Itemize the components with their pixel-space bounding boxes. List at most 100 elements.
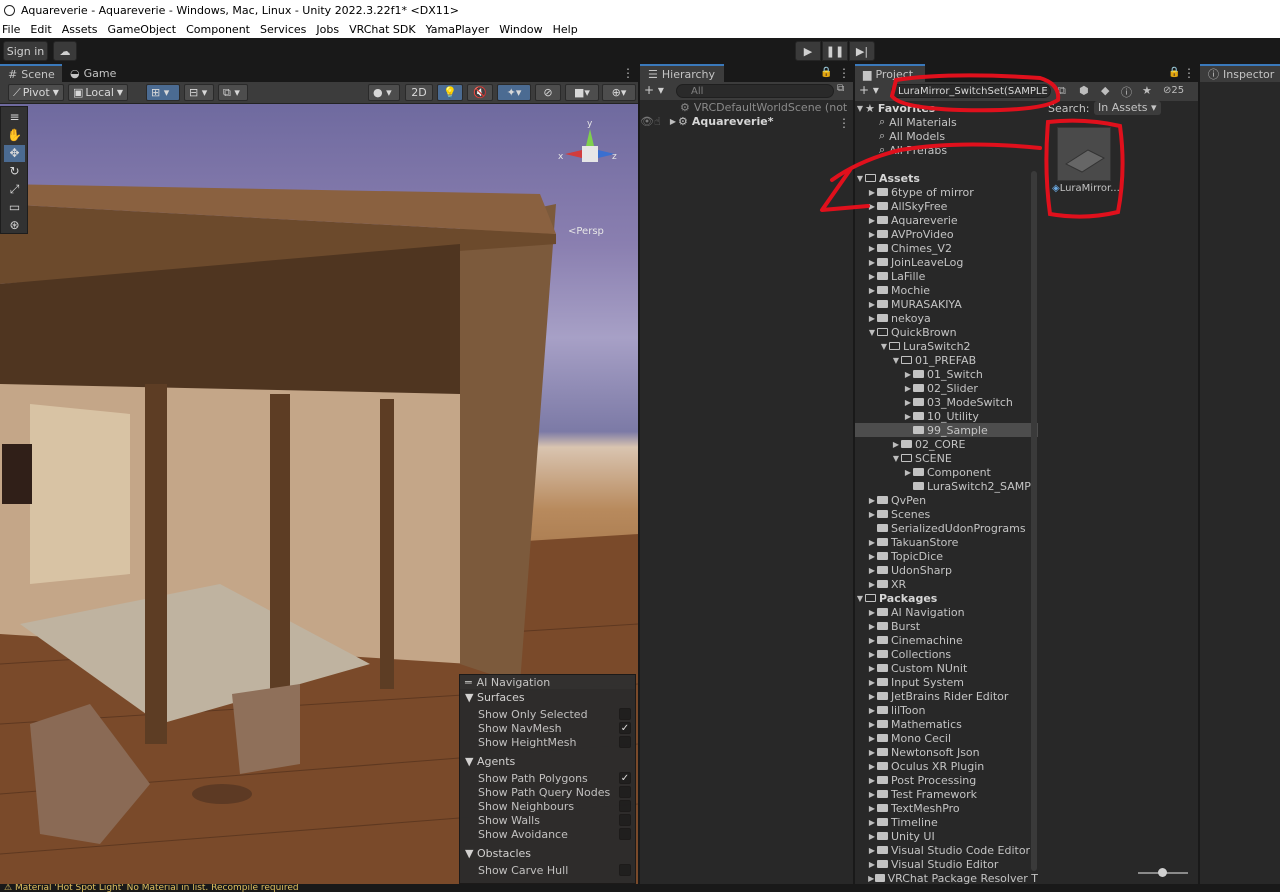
folder-row[interactable]: ▶ 03_ModeSwitch bbox=[855, 395, 1038, 409]
project-more-icon[interactable]: ⋮ bbox=[1183, 66, 1195, 80]
folder-row[interactable]: ▶ 02_Slider bbox=[855, 381, 1038, 395]
menu-jobs[interactable]: Jobs bbox=[316, 23, 345, 36]
folder-row[interactable]: SerializedUdonPrograms bbox=[855, 521, 1038, 535]
folder-row[interactable]: ▶ Aquareverie bbox=[855, 213, 1038, 227]
menu-file[interactable]: File bbox=[2, 23, 26, 36]
show-neighbours-checkbox[interactable] bbox=[619, 800, 631, 812]
folder-row[interactable]: ▶ QvPen bbox=[855, 493, 1038, 507]
transform-tool-icon[interactable]: ⊛ bbox=[4, 217, 25, 234]
search-options-icon[interactable]: ⧉ bbox=[837, 83, 844, 94]
menu-assets[interactable]: Assets bbox=[62, 23, 104, 36]
local-dropdown[interactable]: ▣ Local ▼ bbox=[68, 84, 128, 101]
lock-icon[interactable]: 🔒 bbox=[820, 66, 832, 80]
folder-row[interactable]: LuraSwitch2_SAMP bbox=[855, 479, 1038, 493]
folder-row[interactable]: ▶ 02_CORE bbox=[855, 437, 1038, 451]
lock-icon[interactable]: 🔒 bbox=[1168, 66, 1180, 80]
folder-row-selected[interactable]: 99_Sample bbox=[855, 423, 1038, 437]
shading-mode-button[interactable]: ● ▾ bbox=[368, 84, 400, 101]
search-scope-dropdown[interactable]: In Assets ▾ bbox=[1094, 101, 1161, 115]
package-row[interactable]: ▶ Newtonsoft Json bbox=[855, 745, 1038, 759]
prefab-item-label[interactable]: ◈LuraMirror... bbox=[1052, 183, 1122, 194]
scale-tool-icon[interactable]: ⤢ bbox=[4, 181, 25, 198]
menu-vrchat-sdk[interactable]: VRChat SDK bbox=[349, 23, 422, 36]
pick-icon[interactable]: ☝ bbox=[654, 115, 668, 128]
show-heightmesh-row[interactable]: Show HeightMesh bbox=[478, 735, 631, 749]
tab-inspector[interactable]: ⓘ Inspector bbox=[1200, 64, 1280, 82]
hidden-count[interactable]: ⊘25 bbox=[1163, 85, 1184, 96]
pause-button[interactable]: ❚❚ bbox=[822, 41, 848, 61]
2d-toggle[interactable]: 2D bbox=[405, 84, 433, 101]
package-row[interactable]: ▶ lilToon bbox=[855, 703, 1038, 717]
menu-component[interactable]: Component bbox=[186, 23, 256, 36]
zoom-slider-thumb[interactable] bbox=[1158, 868, 1167, 877]
show-carve-hull-checkbox[interactable] bbox=[619, 864, 631, 876]
hand-tool-icon[interactable]: ✋ bbox=[4, 127, 25, 144]
package-row[interactable]: ▶ VRChat Package Resolver T bbox=[855, 871, 1038, 885]
package-row[interactable]: ▶ Visual Studio Editor bbox=[855, 857, 1038, 871]
hierarchy-more-icon[interactable]: ⋮ bbox=[838, 66, 850, 80]
package-row[interactable]: ▶ Cinemachine bbox=[855, 633, 1038, 647]
tab-hierarchy[interactable]: ☰ Hierarchy bbox=[640, 64, 724, 82]
favorite-item[interactable]: ⌕ All Prefabs bbox=[855, 143, 1038, 157]
folder-row[interactable]: ▶ AVProVideo bbox=[855, 227, 1038, 241]
camera-icon[interactable]: ■▾ bbox=[565, 84, 599, 101]
show-only-selected-checkbox[interactable] bbox=[619, 708, 631, 720]
rect-tool-icon[interactable]: ▭ bbox=[4, 199, 25, 216]
folder-row[interactable]: ▶ nekoya bbox=[855, 311, 1038, 325]
folder-row-prefab[interactable]: ▼ 01_PREFAB bbox=[855, 353, 1038, 367]
folder-row[interactable]: ▶ MURASAKIYA bbox=[855, 297, 1038, 311]
show-path-polygons-checkbox[interactable]: ✓ bbox=[619, 772, 631, 784]
favorite-item[interactable]: ⌕ All Models bbox=[855, 129, 1038, 143]
menu-window[interactable]: Window bbox=[499, 23, 548, 36]
package-row[interactable]: ▶ Burst bbox=[855, 619, 1038, 633]
packages-row[interactable]: ▼ Packages bbox=[855, 591, 1038, 605]
lighting-icon[interactable]: 💡 bbox=[437, 84, 463, 101]
folder-row[interactable]: ▶ 10_Utility bbox=[855, 409, 1038, 423]
info-icon[interactable]: ⓘ bbox=[1121, 84, 1132, 100]
folder-row-quickbrown[interactable]: ▼ QuickBrown bbox=[855, 325, 1038, 339]
package-row[interactable]: ▶ Mathematics bbox=[855, 717, 1038, 731]
show-navmesh-checkbox[interactable]: ✓ bbox=[619, 722, 631, 734]
assets-row[interactable]: ▼ Assets bbox=[855, 171, 1038, 185]
show-walls-row[interactable]: Show Walls bbox=[478, 813, 631, 827]
star-icon[interactable]: ★ bbox=[1142, 84, 1152, 97]
show-walls-checkbox[interactable] bbox=[619, 814, 631, 826]
sign-in-button[interactable]: Sign in bbox=[3, 41, 48, 61]
prefab-thumbnail[interactable] bbox=[1057, 127, 1111, 181]
status-bar[interactable]: ⚠ Material 'Hot Spot Light' No Material … bbox=[0, 884, 1280, 892]
package-row[interactable]: ▶ Unity UI bbox=[855, 829, 1038, 843]
menu-services[interactable]: Services bbox=[260, 23, 312, 36]
package-row[interactable]: ▶ Visual Studio Code Editor bbox=[855, 843, 1038, 857]
folder-row[interactable]: ▶ Chimes_V2 bbox=[855, 241, 1038, 255]
folder-row[interactable]: ▶ 01_Switch bbox=[855, 367, 1038, 381]
agents-section[interactable]: ▼ Agents bbox=[465, 755, 515, 768]
package-row[interactable]: ▶ TextMeshPro bbox=[855, 801, 1038, 815]
drag-handle-icon[interactable]: ≡ bbox=[4, 109, 25, 126]
folder-row-luraswitch[interactable]: ▼ LuraSwitch2 bbox=[855, 339, 1038, 353]
folder-row[interactable]: ▶ Mochie bbox=[855, 283, 1038, 297]
play-button[interactable]: ▶ bbox=[795, 41, 821, 61]
persp-label[interactable]: <Persp bbox=[568, 226, 604, 237]
folder-row[interactable]: ▶ TakuanStore bbox=[855, 535, 1038, 549]
favorites-row[interactable]: ▼ ★ Favorites bbox=[855, 101, 1038, 115]
hidden-objects-icon[interactable]: ⊘ bbox=[535, 84, 561, 101]
show-heightmesh-checkbox[interactable] bbox=[619, 736, 631, 748]
package-row[interactable]: ▶ JetBrains Rider Editor bbox=[855, 689, 1038, 703]
package-row[interactable]: ▶ Custom NUnit bbox=[855, 661, 1038, 675]
row-more-icon[interactable]: ⋮ bbox=[838, 116, 850, 130]
folder-row[interactable]: ▶ XR bbox=[855, 577, 1038, 591]
package-row[interactable]: ▶ Oculus XR Plugin bbox=[855, 759, 1038, 773]
move-tool-icon[interactable]: ✥ bbox=[4, 145, 25, 162]
folder-row[interactable]: ▶ TopicDice bbox=[855, 549, 1038, 563]
package-row[interactable]: ▶ Post Processing bbox=[855, 773, 1038, 787]
folder-row[interactable]: ▶ 6type of mirror bbox=[855, 185, 1038, 199]
rotate-tool-icon[interactable]: ↻ bbox=[4, 163, 25, 180]
show-only-selected-row[interactable]: Show Only Selected bbox=[478, 707, 631, 721]
ai-navigation-header[interactable]: ═ AI Navigation bbox=[460, 675, 635, 689]
package-row[interactable]: ▶ Test Framework bbox=[855, 787, 1038, 801]
chevron-right-icon[interactable]: ▶ bbox=[668, 117, 678, 126]
search-by-type-icon[interactable]: ⧉ bbox=[1058, 84, 1066, 98]
increment-snap-button[interactable]: ⧉ ▾ bbox=[218, 84, 248, 101]
hierarchy-search-input[interactable]: All bbox=[676, 84, 834, 98]
folder-row[interactable]: ▶ UdonSharp bbox=[855, 563, 1038, 577]
